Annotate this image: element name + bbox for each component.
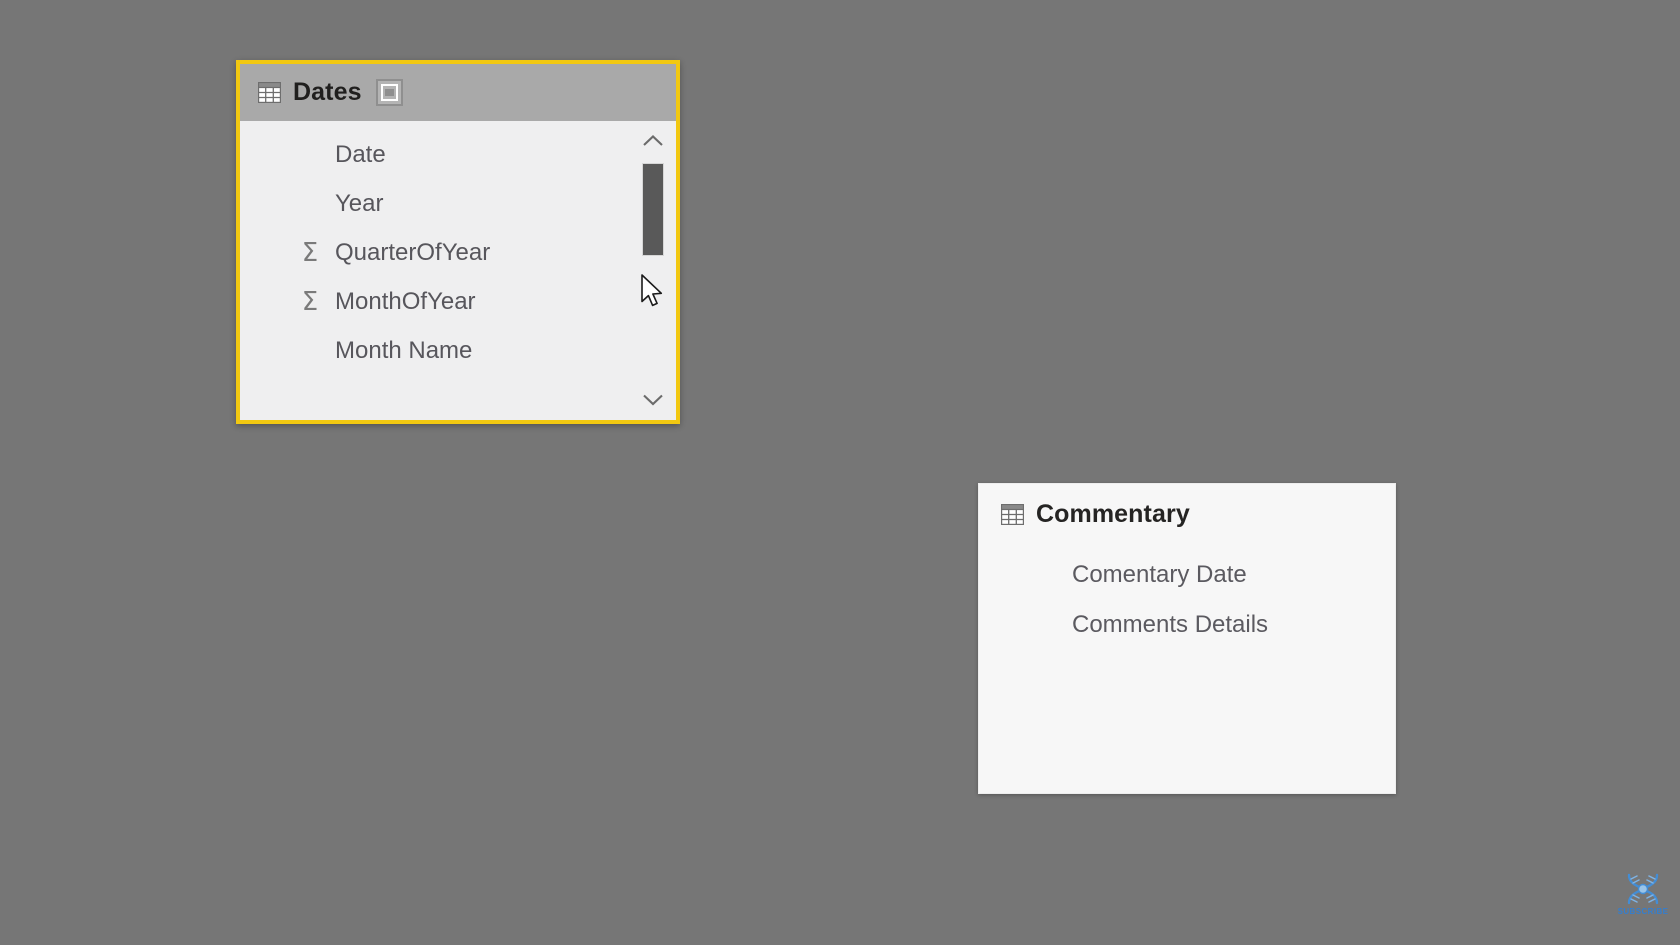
field-label: Month Name [335,336,473,364]
nested-squares-icon [380,84,398,101]
sigma-measure-icon: Σ [301,237,319,268]
table-icon [1001,503,1024,525]
nested-squares-inner [384,89,394,96]
table-icon [258,82,281,103]
table-title: Commentary [1036,499,1190,528]
field-label: Comments Details [1072,611,1269,638]
field-label: QuarterOfYear [335,238,491,266]
field-list-dates: Date Year Σ QuarterOfYear Σ MonthOfYear … [240,121,676,375]
sigma-measure-icon: Σ [301,286,319,317]
dna-helix-icon [1622,872,1664,906]
table-body-commentary: Comentary Date Comments Details [979,544,1395,793]
field-label: Comentary Date [1072,561,1247,588]
field-label: Date [335,140,386,168]
model-view-canvas[interactable]: Dates Date Year Σ QuarterOfYear Σ MonthO… [0,0,1680,945]
field-row[interactable]: Comentary Date [979,550,1395,600]
chevron-down-icon[interactable] [636,386,670,412]
field-list-commentary: Comentary Date Comments Details [979,544,1395,650]
table-card-commentary[interactable]: Commentary Comentary Date Comments Detai… [978,483,1396,794]
field-row[interactable]: Comments Details [979,600,1395,650]
field-row[interactable]: Month Name [240,326,676,375]
field-row[interactable]: Σ QuarterOfYear [240,228,676,277]
field-row[interactable]: Σ MonthOfYear [240,277,676,326]
expand-table-button[interactable] [375,79,403,106]
table-body-dates: Date Year Σ QuarterOfYear Σ MonthOfYear … [240,121,676,420]
vertical-scrollbar[interactable] [636,121,670,420]
table-header-commentary[interactable]: Commentary [979,484,1395,544]
field-row[interactable]: Date [240,130,676,179]
scrollbar-track[interactable] [642,151,664,386]
table-header-dates[interactable]: Dates [240,64,676,121]
subscribe-watermark: SUBSCRIBE [1615,872,1671,928]
field-row[interactable]: Year [240,179,676,228]
table-title: Dates [293,78,362,106]
field-label: MonthOfYear [335,287,476,315]
subscribe-label: SUBSCRIBE [1617,907,1669,916]
scrollbar-thumb[interactable] [642,163,664,256]
chevron-up-icon[interactable] [636,127,670,153]
field-label: Year [335,189,384,217]
table-card-dates[interactable]: Dates Date Year Σ QuarterOfYear Σ MonthO… [236,60,680,424]
